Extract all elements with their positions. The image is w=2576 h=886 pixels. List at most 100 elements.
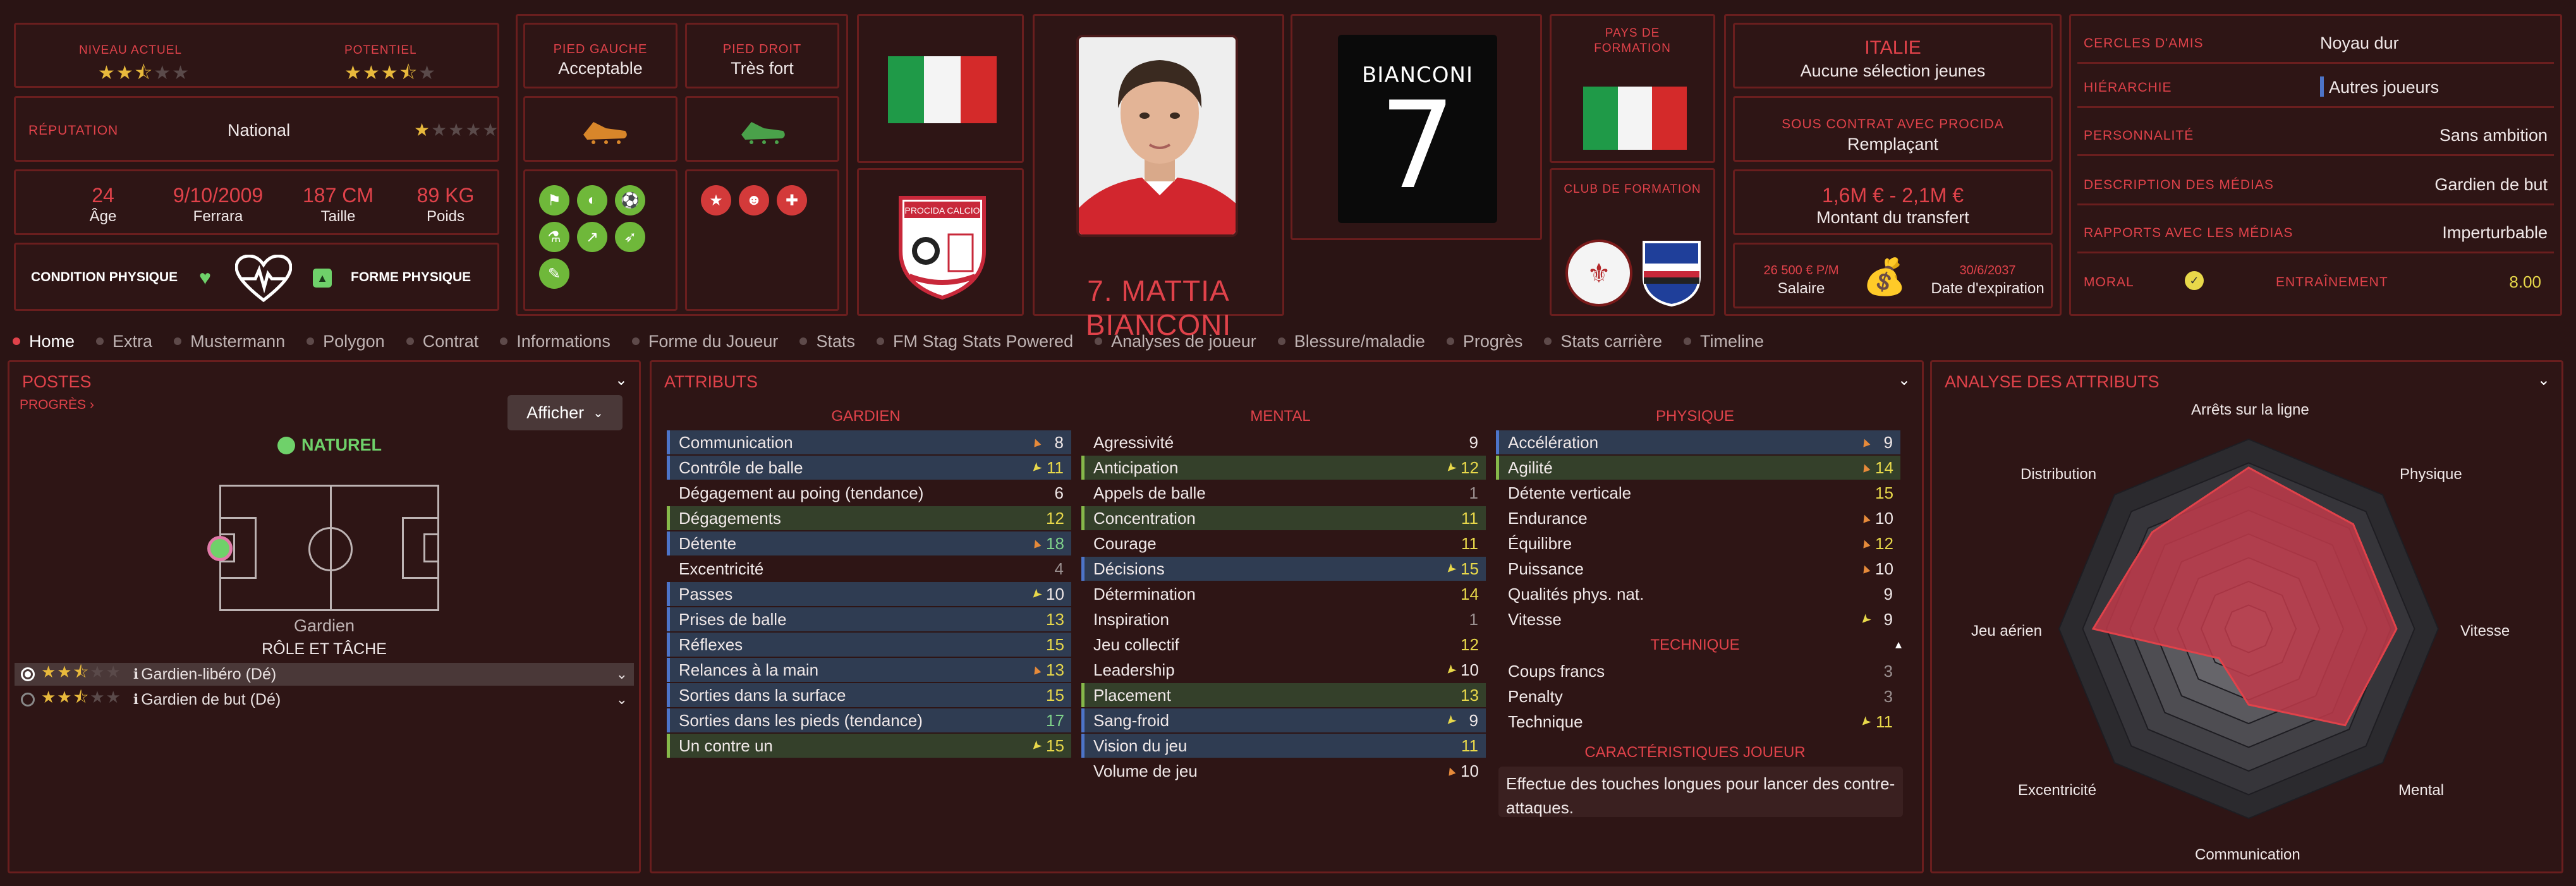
attribute-row[interactable]: Vitesse ➤ 9 (1496, 607, 1900, 631)
tab-information[interactable]: Informations (500, 332, 611, 351)
trait-icon-4[interactable]: ⚗ (539, 222, 569, 252)
natural-dot-icon (277, 436, 295, 454)
tab-stats[interactable]: Stats (799, 332, 855, 351)
attribute-row[interactable]: Passes ➤ 10 (667, 582, 1071, 606)
attribute-row[interactable]: Coups francs 3 (1496, 659, 1900, 683)
height-value: 187 CM (302, 184, 374, 207)
attribute-row[interactable]: Qualités phys. nat. 9 (1496, 582, 1900, 606)
attribute-row[interactable]: Réflexes 15 (667, 633, 1071, 657)
position-name: Gardien (293, 616, 355, 635)
attribute-value: 10 (1875, 559, 1893, 578)
attribute-row[interactable]: Appels de balle 1 (1081, 481, 1486, 505)
attribute-row[interactable]: Sorties dans les pieds (tendance) 17 (667, 708, 1071, 732)
trait-icon-1[interactable]: ⚑ (539, 185, 569, 215)
attribute-row[interactable]: Agressivité 9 (1081, 430, 1486, 454)
tab-form[interactable]: Forme du Joueur (631, 332, 778, 351)
form-label: FORME PHYSIQUE (351, 270, 471, 284)
role-radio-selected-icon (21, 667, 35, 681)
trait-icon-2[interactable]: ◐ (577, 185, 607, 215)
tab-timeline[interactable]: Timeline (1683, 332, 1764, 351)
expiry-label: Date d'expiration (1931, 280, 2044, 297)
tab-career-stats[interactable]: Stats carrière (1544, 332, 1662, 351)
shirt-box: BIANCONI 7 (1291, 14, 1542, 240)
attribute-name: Technique (1508, 712, 1583, 731)
club-badge-icon: PROCIDA CALCIO (897, 194, 988, 303)
attribute-row[interactable]: Un contre un ➤ 15 (667, 734, 1071, 758)
attribute-row[interactable]: Détermination 14 (1081, 582, 1486, 606)
attributes-collapse-icon[interactable]: ⌄ (1898, 371, 1911, 389)
attribute-row[interactable]: Puissance ▲ 10 (1496, 557, 1900, 581)
tab-injury[interactable]: Blessure/maladie (1277, 332, 1425, 351)
attribute-row[interactable]: Penalty 3 (1496, 684, 1900, 708)
attribute-name: Détermination (1093, 584, 1196, 604)
attribute-row[interactable]: Excentricité 4 (667, 557, 1071, 581)
technical-collapse-icon[interactable]: ▴ (1895, 636, 1902, 652)
attribute-value: 9 (1469, 710, 1478, 730)
svg-text:PROCIDA CALCIO: PROCIDA CALCIO (904, 205, 980, 215)
attribute-value: 12 (1875, 533, 1893, 553)
trait-icon-6[interactable]: ➶ (615, 222, 645, 252)
head-trait-icon[interactable]: ☻ (739, 185, 769, 215)
attribute-row[interactable]: Détente verticale 15 (1496, 481, 1900, 505)
attribute-row[interactable]: Communication ▲ 8 (667, 430, 1071, 454)
attribute-row[interactable]: Placement 13 (1081, 683, 1486, 707)
attribute-row[interactable]: Inspiration 1 (1081, 607, 1486, 631)
attribute-row[interactable]: Technique ➤ 11 (1496, 710, 1900, 734)
attribute-name: Jeu collectif (1093, 634, 1179, 654)
attribute-name: Équilibre (1508, 533, 1572, 553)
attribute-row[interactable]: Agilité ▲ 14 (1496, 456, 1900, 480)
role-name: Gardien de but (Dé) (141, 690, 281, 708)
attribute-row[interactable]: Décisions ➤ 15 (1081, 557, 1486, 581)
attribute-row[interactable]: Sorties dans la surface 15 (667, 683, 1071, 707)
potential-label: POTENTIEL (344, 44, 417, 57)
age-label: Âge (89, 208, 117, 225)
attribute-row[interactable]: Dégagements 12 (667, 506, 1071, 530)
trait-icon-5[interactable]: ↗ (577, 222, 607, 252)
attribute-row[interactable]: Relances à la main ▲ 13 (667, 658, 1071, 682)
show-dropdown[interactable]: Afficher ⌄ (507, 395, 623, 430)
attribute-row[interactable]: Détente ▲ 18 (667, 531, 1071, 555)
attribute-row[interactable]: Équilibre ▲ 12 (1496, 531, 1900, 555)
attribute-row[interactable]: Endurance ▲ 10 (1496, 506, 1900, 530)
trait-icon-7[interactable]: ✎ (539, 258, 569, 289)
height-label: Taille (320, 208, 356, 225)
tab-home[interactable]: Home (13, 332, 75, 351)
attribute-row[interactable]: Accélération ▲ 9 (1496, 430, 1900, 454)
nation-box: ITALIE Aucune sélection jeunes (1733, 23, 2053, 88)
attribute-row[interactable]: Leadership ➤ 10 (1081, 658, 1486, 682)
attribute-row[interactable]: Courage 11 (1081, 531, 1486, 555)
attribute-row[interactable]: Volume de jeu ▲ 10 (1081, 759, 1486, 783)
goalkeeper-position-marker[interactable] (207, 536, 233, 561)
role-row[interactable]: ★★⯪★★ ℹ Gardien de but (Dé) ⌄ (15, 688, 634, 711)
positions-collapse-icon[interactable]: ⌄ (615, 371, 628, 389)
age-value: 24 (92, 184, 114, 207)
tab-contract[interactable]: Contrat (406, 332, 478, 351)
info-value: Imperturbable (2442, 223, 2548, 242)
attribute-value: 18 (1046, 533, 1064, 553)
form-icon: ▲ (313, 269, 332, 288)
progress-link[interactable]: PROGRÈS › (20, 397, 94, 413)
plus-trait-icon[interactable]: ✚ (777, 185, 807, 215)
tab-mustermann[interactable]: Mustermann (174, 332, 285, 351)
tab-analyses[interactable]: Analyses de joueur (1095, 332, 1256, 351)
attribute-row[interactable]: Concentration 11 (1081, 506, 1486, 530)
attribute-name: Un contre un (679, 736, 773, 755)
role-row[interactable]: ★★⯪★★ ℹ Gardien-libéro (Dé) ⌄ (15, 662, 634, 686)
attribute-row[interactable]: Jeu collectif 12 (1081, 633, 1486, 657)
tab-polygon[interactable]: Polygon (307, 332, 385, 351)
attribute-row[interactable]: Dégagement au poing (tendance) 6 (667, 481, 1071, 505)
tab-fm-stag[interactable]: FM Stag Stats Powered (876, 332, 1073, 351)
attribute-row[interactable]: Prises de balle 13 (667, 607, 1071, 631)
attribute-value: 10 (1046, 584, 1064, 604)
club-badge-2-icon (1641, 240, 1702, 307)
attribute-row[interactable]: Anticipation ➤ 12 (1081, 456, 1486, 480)
attribute-row[interactable]: Vision du jeu 11 (1081, 734, 1486, 758)
attribute-row[interactable]: Sang-froid ➤ 9 (1081, 708, 1486, 732)
tab-progress[interactable]: Progrès (1446, 332, 1522, 351)
attribute-row[interactable]: Contrôle de balle ➤ 11 (667, 456, 1071, 480)
weight-label: Poids (426, 208, 465, 225)
star-trait-icon[interactable]: ★ (701, 185, 731, 215)
info-value: Sans ambition (2439, 126, 2548, 145)
trait-icon-3[interactable]: ⚽ (615, 185, 645, 215)
tab-extra[interactable]: Extra (96, 332, 152, 351)
